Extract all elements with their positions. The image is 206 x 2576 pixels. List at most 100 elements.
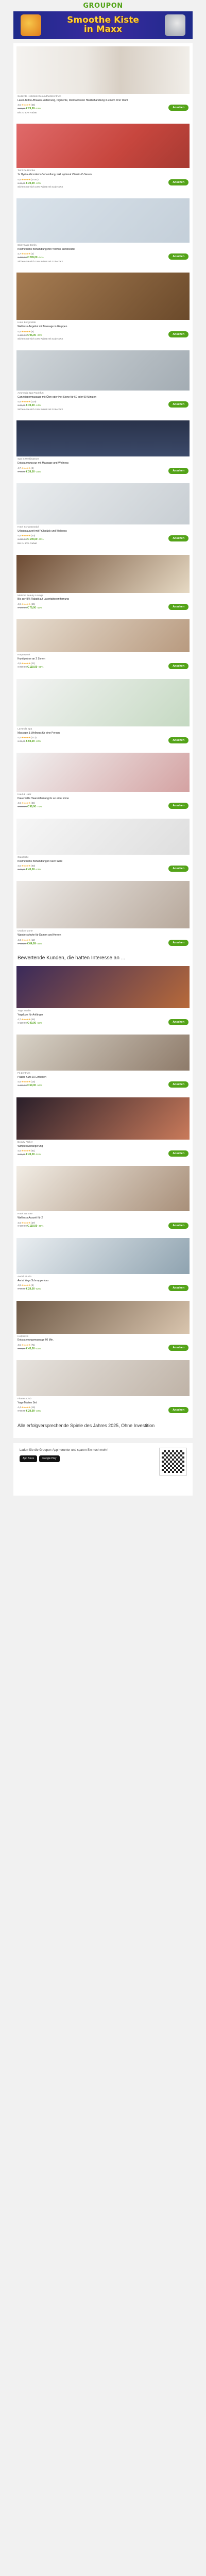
deal-title[interactable]: Bis zu 43% Rabatt auf Lasertattooentfern… xyxy=(18,598,188,601)
view-deal-button[interactable]: Ansehen xyxy=(168,253,188,260)
deal-title[interactable]: Pilates Kurs 10 Einheiten xyxy=(18,1076,188,1079)
price-row: 4,4 ★★★★★ (213) € 99,00 € 59,00 -40% Anseh… xyxy=(18,736,188,743)
deal-image[interactable] xyxy=(16,1097,190,1140)
deal-location: Haut & Haar xyxy=(18,793,31,796)
price-info: 4,5 ★★★★★ (30) € 229,00 € 149,00 -35% Bis … xyxy=(18,534,44,545)
deal-title[interactable]: Wellness-Angebot mit Massage in Gruppen xyxy=(18,325,188,329)
deal-image[interactable] xyxy=(16,1360,190,1397)
view-deal-button[interactable]: Ansehen xyxy=(168,331,188,337)
deal-card[interactable]: Skinvisage Berlin Kosmetische Behandlung … xyxy=(16,198,190,267)
deal-card[interactable]: Lavanda Spa Massage & Wellness für eine P… xyxy=(16,679,190,748)
deal-card[interactable]: Körperwerk Kryolipolyse an 2 Zonen 4,8 ★★★… xyxy=(16,619,190,674)
deal-title[interactable]: Wellness Auszeit für 2 xyxy=(18,1216,188,1220)
deal-location: Outdoor Zone xyxy=(18,930,33,933)
view-deal-button[interactable]: Ansehen xyxy=(168,737,188,743)
view-deal-button[interactable]: Ansehen xyxy=(168,1407,188,1414)
deal-image[interactable] xyxy=(16,818,190,855)
deal-image[interactable] xyxy=(16,483,190,525)
deal-title[interactable]: Kosmetische Behandlung mit Profihilo Ski… xyxy=(18,248,188,251)
deal-title[interactable]: Urlaubsauszeit mit Frühstück und Wellnes… xyxy=(18,530,188,533)
view-deal-button[interactable]: Ansehen xyxy=(168,1019,188,1025)
deal-card[interactable]: Ayurveda Spa Frankfurt Ganzkörpermassage … xyxy=(16,350,190,415)
deal-title[interactable]: Entspannung pur mit Massage und Wellness xyxy=(18,462,188,465)
deal-title[interactable]: Wanderschuhe für Damen und Herren xyxy=(18,934,188,937)
view-deal-button[interactable]: Ansehen xyxy=(168,866,188,872)
play-store-button[interactable]: Google Play xyxy=(39,1455,60,1463)
price-info: 4,5 ★★★★★ (71) € 80,00 € 45,00 -44% xyxy=(18,1344,41,1351)
view-deal-button[interactable]: Ansehen xyxy=(168,1222,188,1229)
deal-image[interactable] xyxy=(16,350,190,391)
hero-banner[interactable]: Smoothe Kiste in Maxx xyxy=(13,11,193,39)
deal-image[interactable] xyxy=(16,1238,190,1274)
deal-card[interactable]: Aerial Studio Aerial Yoga Schnupperkurs 4,… xyxy=(16,1238,190,1296)
deal-title[interactable]: Yogakurs für Anfänger xyxy=(18,1013,188,1017)
deal-title[interactable]: Kosmetische Behandlungen nach Wahl xyxy=(18,860,188,863)
deal-title[interactable]: Wimpernverlängerung xyxy=(18,1145,188,1148)
deal-card[interactable]: Fit Zentrum Pilates Kurs 10 Einheiten 4,6 … xyxy=(16,1035,190,1092)
deal-image[interactable] xyxy=(16,46,190,94)
deal-location: Hotel Bergmühle xyxy=(18,321,36,325)
deal-card[interactable]: Heilpraxis Entspannungsmassage 60 Min. 4,5… xyxy=(16,1300,190,1355)
qr-code[interactable] xyxy=(159,1447,187,1476)
view-deal-button[interactable]: Ansehen xyxy=(168,803,188,809)
deal-image[interactable] xyxy=(16,198,190,243)
discount-badge: -34% xyxy=(35,470,41,473)
view-deal-button[interactable]: Ansehen xyxy=(168,1344,188,1351)
deal-image[interactable] xyxy=(16,1300,190,1334)
deal-title[interactable]: Entspannungsmassage 60 Min. xyxy=(18,1338,188,1342)
rating-line: 4,6 ★★★★★ (2.051) xyxy=(18,178,63,182)
view-deal-button[interactable]: Ansehen xyxy=(168,663,188,670)
deal-card[interactable]: Outdoor Zone Wanderschuhe für Damen und H… xyxy=(16,881,190,950)
app-store-button[interactable]: App Store xyxy=(20,1455,38,1463)
view-deal-button[interactable]: Ansehen xyxy=(168,179,188,185)
deal-image[interactable] xyxy=(16,679,190,726)
view-deal-button[interactable]: Ansehen xyxy=(168,1081,188,1088)
deal-card[interactable]: Fitness Club Yoga-Matten Set 4,4 ★★★★★ (16… xyxy=(16,1360,190,1418)
deal-title[interactable]: Dauerhafte Haarentfernung 6x an einer Zo… xyxy=(18,797,188,801)
deal-title[interactable]: 1x Hydra-Microderm-Behandlung, inkl. opt… xyxy=(18,173,188,177)
deal-card[interactable]: Haut & Haar Dauerhafte Haarentfernung 6x … xyxy=(16,753,190,814)
deal-image[interactable] xyxy=(16,965,190,1008)
deal-card[interactable]: Sedavita Heilklinik Gesundheitszentrum La… xyxy=(16,46,190,118)
deal-title[interactable]: Ganzkörpermassage mit Ölen oder Hot Ston… xyxy=(18,396,188,399)
deal-image[interactable] xyxy=(16,1035,190,1071)
price-line: € 199,00 € 119,00 -40% xyxy=(18,1225,43,1229)
deal-card[interactable]: Hotel Schwarzwald Urlaubsauszeit mit Früh… xyxy=(16,483,190,549)
view-deal-button[interactable]: Ansehen xyxy=(168,401,188,408)
star-rating-icon: ★★★★★ xyxy=(21,252,31,256)
rating-line: 4,6 ★★★★★ (55) xyxy=(18,603,42,606)
view-deal-button[interactable]: Ansehen xyxy=(168,467,188,474)
view-deal-button[interactable]: Ansehen xyxy=(168,1150,188,1157)
deal-card[interactable]: Glanzlicht Kosmetische Behandlungen nach … xyxy=(16,818,190,876)
deal-card[interactable]: Hotel am See Wellness Auszeit für 2 4,6 ★★… xyxy=(16,1166,190,1233)
price-info: 4,8 ★★★★★ (21) € 299,00 € 119,00 -60% xyxy=(18,662,43,669)
deal-card[interactable]: Beauty Atelier Wimpernverlängerung 4,5 ★★★… xyxy=(16,1097,190,1161)
deal-image[interactable] xyxy=(16,753,190,792)
view-deal-button[interactable]: Ansehen xyxy=(168,535,188,542)
hero-text: Smoothe Kiste in Maxx xyxy=(67,15,139,35)
deal-title[interactable]: Aerial Yoga Schnupperkurs xyxy=(18,1279,188,1283)
deal-image[interactable] xyxy=(16,881,190,929)
deal-title[interactable]: Massage & Wellness für eine Person xyxy=(18,732,188,735)
deal-card[interactable]: Hotel Bergmühle Wellness-Angebot mit Mass… xyxy=(16,273,190,345)
deal-image[interactable] xyxy=(16,554,190,593)
deal-title[interactable]: Kryolipolyse an 2 Zonen xyxy=(18,657,188,661)
deal-card[interactable]: Spa in Weißwasser Entspannung pur mit Mas… xyxy=(16,420,190,478)
deal-image[interactable] xyxy=(16,1166,190,1212)
view-deal-button[interactable]: Ansehen xyxy=(168,1285,188,1292)
deal-image[interactable] xyxy=(16,124,190,168)
deal-card[interactable]: Teint De Bombe 1x Hydra-Microderm-Behandl… xyxy=(16,124,190,193)
old-price: € 59,00 xyxy=(18,470,26,473)
deal-image[interactable] xyxy=(16,619,190,653)
deal-card[interactable]: Medical Beauty Lounge Bis zu 43% Rabatt a… xyxy=(16,554,190,615)
deal-image[interactable] xyxy=(16,273,190,320)
price-row: 4,5 ★★★★★ (90) € 79,00 € 45,00 -43% Ansehe… xyxy=(18,865,188,872)
deal-image[interactable] xyxy=(16,420,190,457)
deal-title[interactable]: Laser-Tattoo-/Brauen-Entfernung, Pigment… xyxy=(18,99,188,103)
view-deal-button[interactable]: Ansehen xyxy=(168,105,188,111)
groupon-logo[interactable]: GROUPON xyxy=(83,2,123,10)
deal-title[interactable]: Yoga-Matten Set xyxy=(18,1401,188,1405)
view-deal-button[interactable]: Ansehen xyxy=(168,939,188,946)
deal-card[interactable]: Yoga Studio Yogakurs für Anfänger 4,7 ★★★★… xyxy=(16,965,190,1030)
view-deal-button[interactable]: Ansehen xyxy=(168,603,188,610)
